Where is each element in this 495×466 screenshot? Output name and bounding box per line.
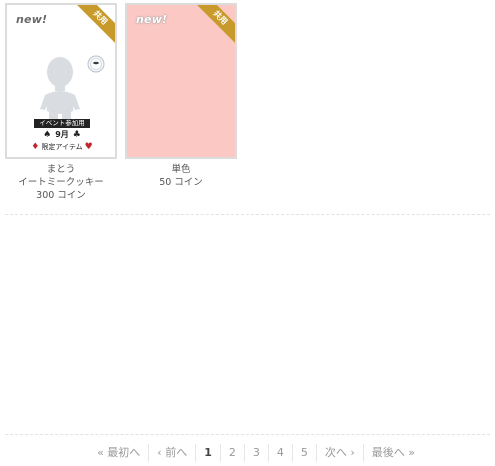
page-link-5[interactable]: 5	[291, 444, 316, 462]
heart-icon: ♥	[84, 142, 93, 152]
item-grid: new! 共用 イベント参加用 ♠ 9月 ♣ ♦ 限定アイテム ♥ まとう イー…	[5, 3, 237, 202]
divider	[5, 214, 490, 215]
next-page-link[interactable]: 次へ ›	[315, 444, 363, 462]
page-link-2[interactable]: 2	[219, 444, 244, 462]
last-page-link[interactable]: 最後へ »	[362, 444, 423, 462]
event-participation-label: イベント参加用	[34, 119, 90, 128]
prev-page-link[interactable]: ‹ 前へ	[148, 444, 195, 462]
cookie-icon	[87, 55, 105, 73]
item-meta: まとう イートミークッキー 300 コイン	[18, 163, 104, 202]
limited-row: ♦ 限定アイテム ♥	[31, 142, 93, 152]
avatar-silhouette-icon	[40, 57, 80, 121]
item-thumbnail[interactable]: new! 共用	[125, 3, 237, 159]
item-name: まとう	[46, 164, 76, 175]
divider	[5, 434, 490, 435]
item-thumbnail[interactable]: new! 共用 イベント参加用 ♠ 9月 ♣ ♦ 限定アイテム ♥	[5, 3, 117, 159]
page-link-3[interactable]: 3	[243, 444, 268, 462]
item-meta: 単色 50 コイン	[159, 163, 203, 189]
item-name: 単色	[171, 164, 191, 175]
item-price: 300 コイン	[36, 190, 86, 201]
pagination: « 最初へ ‹ 前へ 1 2 3 4 5 次へ › 最後へ »	[89, 444, 423, 462]
item-price: 50 コイン	[159, 177, 203, 188]
club-icon: ♣	[72, 130, 81, 140]
item-set-name: イートミークッキー	[18, 177, 104, 188]
shared-ribbon: 共用	[188, 5, 235, 50]
limited-item-label: 限定アイテム	[41, 143, 83, 151]
first-page-link[interactable]: « 最初へ	[89, 444, 148, 462]
page-link-4[interactable]: 4	[267, 444, 292, 462]
month-label: 9月	[55, 130, 69, 139]
month-row: ♠ 9月 ♣	[34, 129, 90, 141]
shared-ribbon: 共用	[68, 5, 115, 50]
new-badge: new!	[16, 13, 48, 26]
new-badge: new!	[136, 13, 168, 26]
item-card-matou[interactable]: new! 共用 イベント参加用 ♠ 9月 ♣ ♦ 限定アイテム ♥ まとう イー…	[5, 3, 117, 202]
item-card-solid-color[interactable]: new! 共用 単色 50 コイン	[125, 3, 237, 202]
page-link-1[interactable]: 1	[195, 444, 220, 462]
spade-icon: ♠	[43, 130, 52, 140]
diamond-icon: ♦	[31, 142, 40, 152]
